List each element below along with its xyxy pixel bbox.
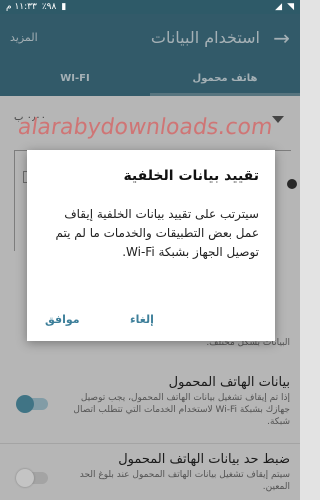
signal-icon: ◢ <box>275 2 283 12</box>
restrict-background-dialog: تقييد بيانات الخلفية سيترتب على تقييد بي… <box>27 150 275 341</box>
ok-button[interactable]: موافق <box>45 313 80 326</box>
watermark: alarabydownloads.com <box>16 115 275 140</box>
battery-icon: ▮ <box>61 2 67 12</box>
cancel-button[interactable]: إلغاء <box>130 313 154 326</box>
status-time: ١١:٣٣ م <box>6 2 37 12</box>
dialog-body: سيترتب على تقييد بيانات الخلفية إيقاف عم… <box>55 207 259 259</box>
dialog-title: تقييد بيانات الخلفية <box>123 168 259 184</box>
battery-percent: ٪٩٨ <box>41 2 57 12</box>
status-bar: ١١:٣٣ م ٪٩٨ ▮ ◢ ◥ <box>0 0 300 14</box>
wifi-icon: ◥ <box>287 2 294 12</box>
